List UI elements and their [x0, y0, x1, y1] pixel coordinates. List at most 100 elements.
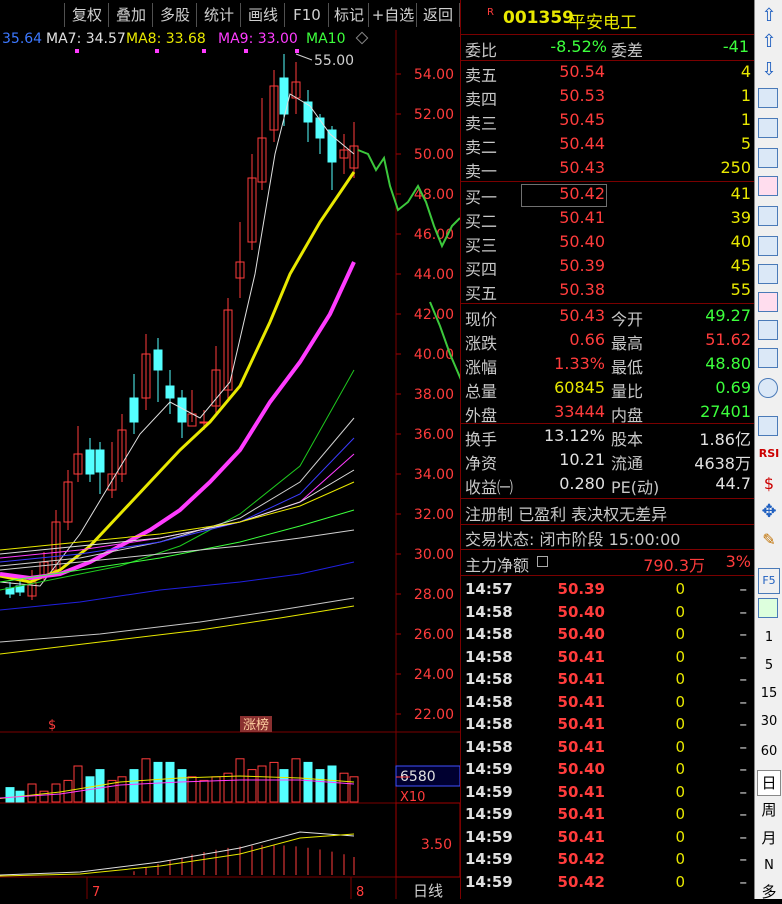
- huaxian-button[interactable]: 画线: [240, 3, 285, 27]
- high-price-label: 55.00: [314, 53, 354, 69]
- period-60min[interactable]: 60: [757, 740, 781, 764]
- up-arrow-icon[interactable]: ⇧: [757, 30, 781, 54]
- ask-row: 卖五 50.54 4: [461, 62, 755, 85]
- tick-time: 14:59: [465, 805, 513, 823]
- tick-direction: –: [739, 850, 748, 868]
- tick-price: 50.40: [557, 625, 605, 643]
- fin-label: 净资: [465, 454, 498, 473]
- period-1min[interactable]: 1: [757, 626, 781, 650]
- stat-label: 总量: [465, 382, 498, 401]
- bid-volume: 45: [730, 256, 751, 275]
- window-icon[interactable]: [758, 206, 778, 226]
- macd-dif-line: [0, 831, 355, 876]
- ask-volume: 5: [740, 134, 751, 153]
- f12-icon[interactable]: [758, 320, 778, 340]
- fin-label: 收益㈠: [465, 478, 514, 497]
- period-n[interactable]: N: [757, 854, 781, 878]
- function-icon[interactable]: [758, 348, 778, 368]
- bid-volume: 55: [730, 280, 751, 299]
- notes-icon[interactable]: [758, 292, 778, 312]
- ask-row: 卖四 50.53 1: [461, 86, 755, 109]
- report-icon[interactable]: [758, 88, 778, 108]
- period-15min[interactable]: 15: [757, 682, 781, 706]
- add-watchlist-button[interactable]: +自选: [368, 3, 417, 27]
- stock-header: R 001359 平安电工: [461, 4, 755, 33]
- rsi-icon[interactable]: RSI: [757, 442, 781, 466]
- biaoji-button[interactable]: 标记: [328, 3, 369, 27]
- period-month[interactable]: 月: [757, 826, 781, 850]
- ma-line: [0, 605, 355, 655]
- move-icon[interactable]: ✥: [757, 500, 781, 524]
- ma20-line: [0, 261, 356, 581]
- list-icon[interactable]: [537, 556, 548, 567]
- stat-label: 量比: [611, 382, 644, 401]
- ask-volume: 250: [720, 158, 751, 177]
- ask-price: 50.43: [559, 158, 605, 177]
- kline-svg[interactable]: 54.0052.0050.0048.0046.0044.0042.0040.00…: [0, 30, 477, 900]
- candle-body: [129, 397, 139, 423]
- volume-bar: [327, 765, 337, 803]
- table-icon[interactable]: [758, 118, 778, 138]
- period-5min[interactable]: 5: [757, 654, 781, 678]
- diejia-button[interactable]: 叠加: [108, 3, 153, 27]
- volume-bar: [27, 783, 37, 803]
- pencil-icon[interactable]: ✎: [757, 528, 781, 552]
- tick-direction: –: [739, 782, 748, 801]
- tick-time: 14:58: [465, 692, 513, 711]
- fin-row: 换手 13.12% 股本 1.86亿: [461, 426, 755, 449]
- ask-volume: 1: [740, 110, 751, 129]
- tick-time: 14:58: [465, 715, 513, 733]
- line-chart-icon[interactable]: [758, 148, 778, 168]
- bid-level-label: 买五: [465, 284, 498, 303]
- price-tick-label: 26.00: [414, 627, 454, 643]
- fin-value: 44.7: [715, 474, 751, 493]
- ask-row: 卖二 50.44 5: [461, 134, 755, 157]
- tick-direction: –: [739, 625, 748, 643]
- ask-price: 50.54: [559, 62, 605, 81]
- indicator-icon[interactable]: [758, 416, 778, 436]
- period-day[interactable]: 日: [757, 770, 781, 796]
- f10-icon[interactable]: [758, 236, 778, 256]
- candle-chart-icon[interactable]: [758, 176, 778, 196]
- stat-label: 今开: [611, 310, 644, 329]
- ma-legend-item: 35.64: [2, 31, 42, 47]
- volume-ma-line: [0, 775, 355, 799]
- diamond-icon: [355, 31, 369, 45]
- up-arrow-icon[interactable]: ⇧: [757, 4, 781, 28]
- f10-button[interactable]: F10: [284, 3, 329, 27]
- down-arrow-icon[interactable]: ⇩: [757, 58, 781, 82]
- tongji-button[interactable]: 统计: [196, 3, 241, 27]
- tick-price: 50.41: [557, 647, 605, 666]
- back-button[interactable]: 返回: [416, 3, 460, 27]
- bid-volume: 41: [730, 184, 751, 203]
- price-tick-label: 36.00: [414, 427, 454, 443]
- period-week[interactable]: 周: [757, 798, 781, 822]
- f5-button[interactable]: F5: [758, 568, 780, 594]
- dollar-icon[interactable]: $: [757, 472, 781, 496]
- tick-row: 14:59 50.42 0 –: [461, 873, 755, 896]
- price-tick-label: 28.00: [414, 587, 454, 603]
- period-multi[interactable]: 多: [757, 880, 781, 904]
- ma-legend-item: MA10: [306, 31, 345, 47]
- ma-line: [0, 417, 355, 567]
- document-icon[interactable]: [758, 264, 778, 284]
- bid-row: 买一 50.42 41: [461, 184, 755, 207]
- refresh-icon[interactable]: [758, 378, 778, 398]
- tick-volume: 0: [675, 827, 685, 846]
- fin-row: 净资 10.21 流通 4638万: [461, 450, 755, 473]
- period-30min[interactable]: 30: [757, 710, 781, 734]
- sync-icon[interactable]: [758, 598, 778, 618]
- duogu-button[interactable]: 多股: [152, 3, 197, 27]
- weibi-row: 委比 -8.52% 委差 -41: [461, 37, 755, 60]
- ask-level-label: 卖二: [465, 138, 498, 157]
- volume-bar: [187, 776, 197, 803]
- candle-body: [327, 129, 337, 163]
- tick-row: 14:58 50.41 0 –: [461, 670, 755, 693]
- candle-body: [95, 449, 105, 473]
- stat-row: 涨幅 1.33% 最低 48.80: [461, 354, 755, 377]
- volume-bar: [349, 776, 359, 803]
- fuquan-button[interactable]: 复权: [64, 3, 109, 27]
- kline-chart[interactable]: 54.00 52.00 50.00 48.00 46.00 44.00 42.00 40.00…: [0, 30, 477, 900]
- bid-row: 买三 50.40 40: [461, 232, 755, 255]
- volume-bar: [199, 779, 209, 803]
